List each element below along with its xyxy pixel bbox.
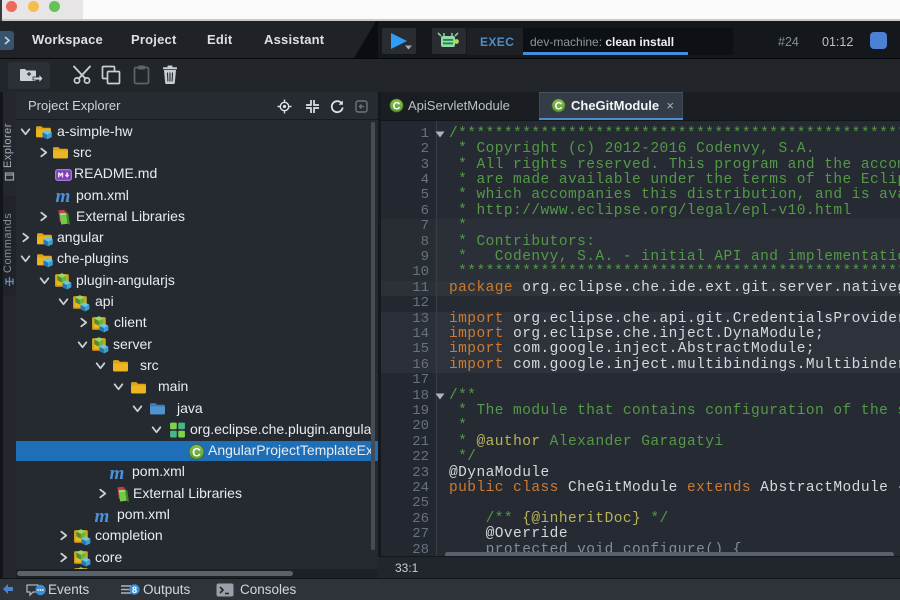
svg-text:8: 8 — [132, 585, 137, 595]
